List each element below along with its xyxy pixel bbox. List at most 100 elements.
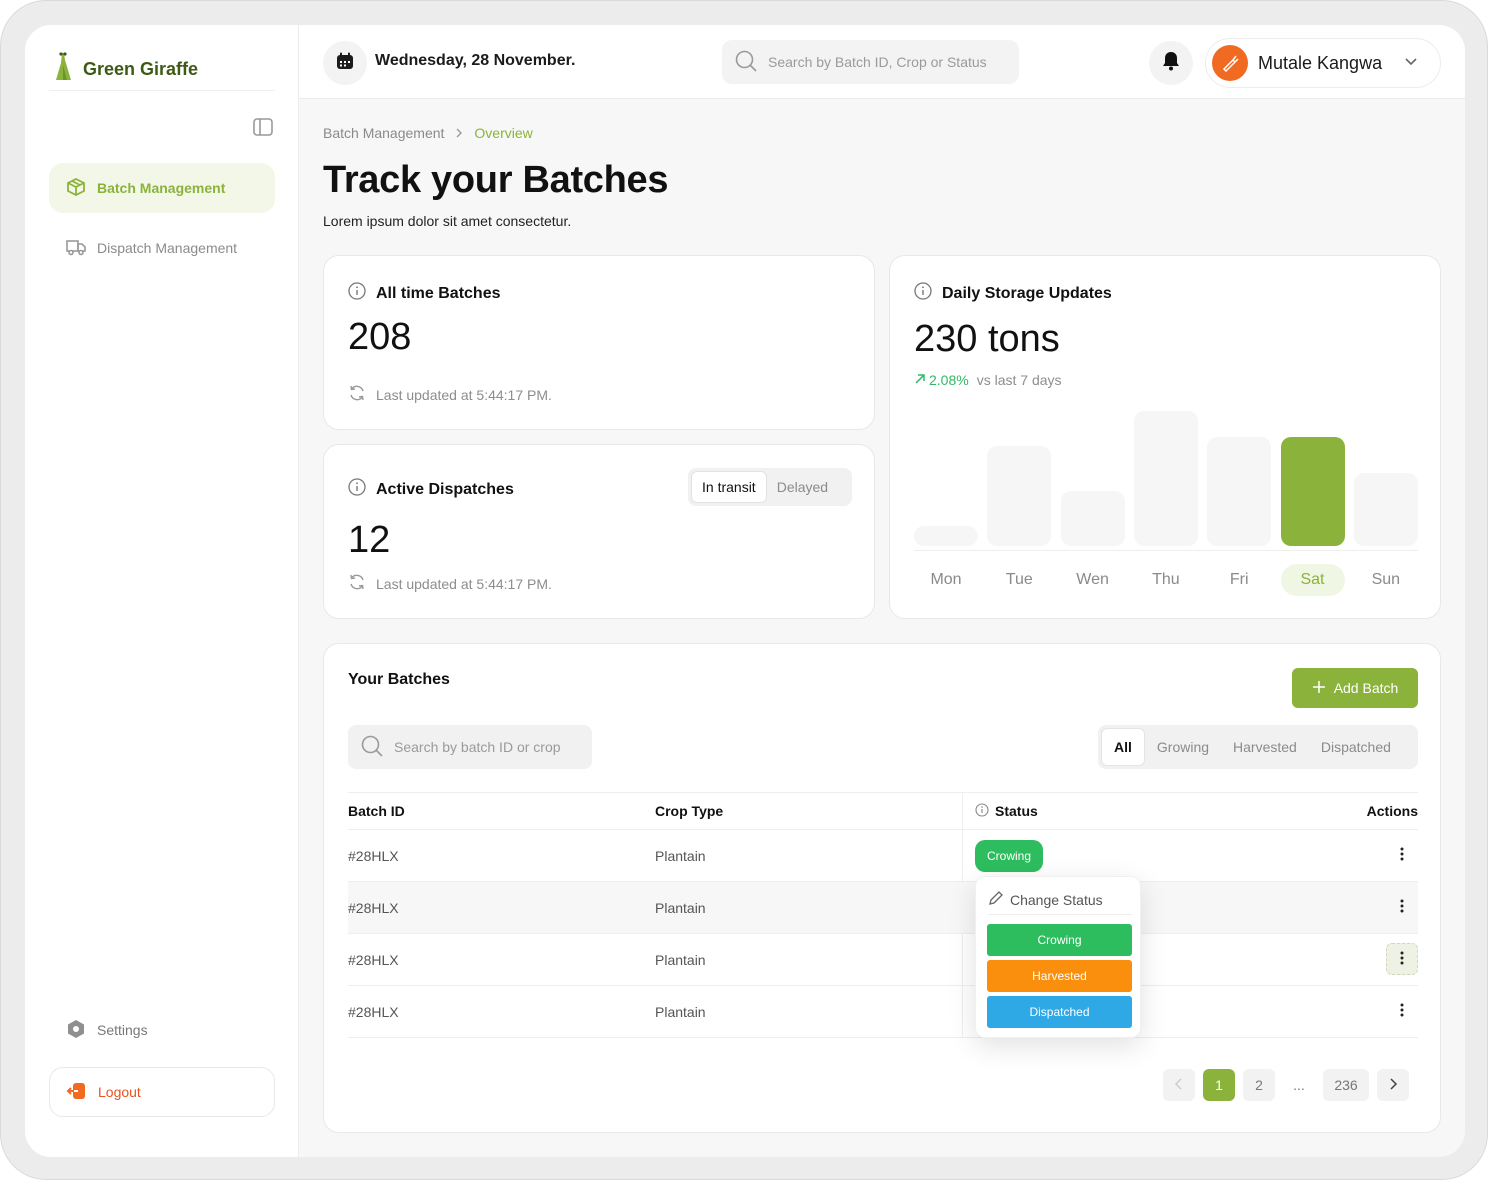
batches-table-card: Your Batches Add Batch Search by batch I… <box>323 643 1441 1133</box>
add-batch-button[interactable]: Add Batch <box>1292 668 1418 708</box>
storage-bar-sun[interactable] <box>1353 473 1418 546</box>
calendar-button[interactable] <box>323 41 367 85</box>
info-icon <box>975 802 989 820</box>
breadcrumb-parent[interactable]: Batch Management <box>323 125 444 141</box>
sidebar: Green Giraffe Batch Management Dispatch … <box>25 25 299 1157</box>
user-menu[interactable]: Mutale Kangwa <box>1205 38 1441 88</box>
giraffe-logo-icon <box>53 51 73 88</box>
pagination-next-button[interactable] <box>1377 1069 1409 1101</box>
row-actions-button[interactable] <box>1386 943 1418 975</box>
avatar <box>1212 45 1248 81</box>
storage-bar-wen[interactable] <box>1060 491 1125 546</box>
pagination-page-236[interactable]: 236 <box>1323 1069 1369 1101</box>
row-actions-button[interactable] <box>1386 839 1418 871</box>
table-row[interactable]: #28HLX Plantain <box>348 934 1418 986</box>
card-title: Daily Storage Updates <box>914 282 1112 305</box>
pagination-page-2[interactable]: 2 <box>1243 1069 1275 1101</box>
device-frame: Green Giraffe Batch Management Dispatch … <box>0 0 1488 1180</box>
filter-all[interactable]: All <box>1101 728 1145 766</box>
filter-dispatched[interactable]: Dispatched <box>1309 728 1403 766</box>
column-crop-type: Crop Type <box>655 803 724 819</box>
search-placeholder: Search by batch ID or crop <box>394 739 561 755</box>
status-filter-tabs: All Growing Harvested Dispatched <box>1098 725 1418 769</box>
all-time-batches-card: All time Batches 208 Last updated at 5:4… <box>323 255 875 430</box>
breadcrumb-current: Overview <box>474 125 533 141</box>
batch-id-cell: #28HLX <box>348 847 399 864</box>
calendar-icon <box>336 52 354 75</box>
table-header: Batch ID Crop Type Status Actions <box>348 792 1418 830</box>
table-row[interactable]: #28HLX Plantain <box>348 986 1418 1038</box>
crop-type-cell: Plantain <box>655 951 706 968</box>
delta-note: vs last 7 days <box>976 372 1062 388</box>
storage-bar-sat[interactable] <box>1280 437 1345 546</box>
status-option-harvested[interactable]: Harvested <box>987 960 1132 992</box>
last-updated-text: Last updated at 5:44:17 PM. <box>376 386 552 403</box>
crop-type-cell: Plantain <box>655 1003 706 1020</box>
last-updated-text: Last updated at 5:44:17 PM. <box>376 575 552 592</box>
sidebar-item-dispatch-management[interactable]: Dispatch Management <box>49 223 275 273</box>
tab-delayed[interactable]: Delayed <box>767 471 838 503</box>
refresh-icon[interactable] <box>348 573 366 594</box>
status-option-crowing[interactable]: Crowing <box>987 924 1132 956</box>
batch-id-cell: #28HLX <box>348 951 399 968</box>
column-status: Status <box>975 793 1038 829</box>
card-title-text: All time Batches <box>376 284 501 302</box>
day-label-wen: Wen <box>1076 571 1109 588</box>
storage-bar-thu[interactable] <box>1133 411 1198 546</box>
daily-storage-card: Daily Storage Updates 230 tons 2.08% vs … <box>889 255 1441 619</box>
chevron-left-icon <box>1174 1077 1184 1093</box>
row-actions-button[interactable] <box>1386 891 1418 923</box>
storage-delta: 2.08% vs last 7 days <box>914 372 1062 388</box>
status-option-dispatched[interactable]: Dispatched <box>987 996 1132 1028</box>
column-status-label: Status <box>995 803 1038 819</box>
last-updated: Last updated at 5:44:17 PM. <box>348 573 552 594</box>
batch-search-input[interactable]: Search by batch ID or crop <box>348 725 592 769</box>
filter-growing[interactable]: Growing <box>1145 728 1221 766</box>
popover-title: Change Status <box>1010 891 1103 908</box>
storage-bar-tue[interactable] <box>987 446 1052 546</box>
plus-icon <box>1312 680 1326 697</box>
batches-title: Your Batches <box>348 671 450 688</box>
all-time-batches-value: 208 <box>348 316 412 358</box>
card-title: Active Dispatches <box>348 478 514 501</box>
brand-name: Green Giraffe <box>83 58 199 79</box>
search-icon <box>360 734 384 761</box>
brand[interactable]: Green Giraffe <box>53 49 198 89</box>
pagination-prev-button[interactable] <box>1163 1069 1195 1101</box>
active-dispatches-card: Active Dispatches In transit Delayed 12 … <box>323 444 875 619</box>
tab-in-transit[interactable]: In transit <box>691 471 767 503</box>
sidebar-item-batch-management[interactable]: Batch Management <box>49 163 275 213</box>
card-title-text: Active Dispatches <box>376 480 514 498</box>
global-search-input[interactable]: Search by Batch ID, Crop or Status <box>722 40 1019 84</box>
batch-id-cell: #28HLX <box>348 899 399 916</box>
sidebar-item-label: Dispatch Management <box>97 240 238 256</box>
pencil-icon <box>988 890 1004 909</box>
card-title: All time Batches <box>348 282 500 305</box>
pagination-page-1[interactable]: 1 <box>1203 1069 1235 1101</box>
table-row[interactable]: #28HLX Plantain <box>348 882 1418 934</box>
sidebar-item-settings[interactable]: Settings <box>49 1005 275 1055</box>
storage-bar-mon[interactable] <box>914 526 978 546</box>
chevron-right-icon <box>1388 1077 1398 1093</box>
notifications-button[interactable] <box>1149 41 1193 85</box>
column-batch-id: Batch ID <box>348 803 405 819</box>
row-actions-button[interactable] <box>1386 995 1418 1027</box>
chevron-right-icon <box>454 125 464 141</box>
top-header: Wednesday, 28 November. Search by Batch … <box>299 25 1465 99</box>
page-title: Track your Batches <box>323 159 669 201</box>
box-icon <box>65 176 87 201</box>
more-vertical-icon <box>1400 951 1404 968</box>
sidebar-toggle-icon[interactable] <box>252 117 274 137</box>
logout-button[interactable]: Logout <box>49 1067 275 1117</box>
delta-percent: 2.08% <box>929 372 969 388</box>
status-badge[interactable]: Crowing <box>975 839 1044 872</box>
table-row[interactable]: #28HLX Plantain Crowing <box>348 830 1418 882</box>
storage-bar-fri[interactable] <box>1207 437 1272 546</box>
more-vertical-icon <box>1400 899 1404 916</box>
filter-harvested[interactable]: Harvested <box>1221 728 1309 766</box>
gear-icon <box>65 1018 87 1043</box>
refresh-icon[interactable] <box>348 384 366 405</box>
page-subtitle: Lorem ipsum dolor sit amet consectetur. <box>323 213 572 229</box>
more-vertical-icon <box>1400 847 1404 864</box>
chevron-down-icon <box>1404 54 1418 73</box>
